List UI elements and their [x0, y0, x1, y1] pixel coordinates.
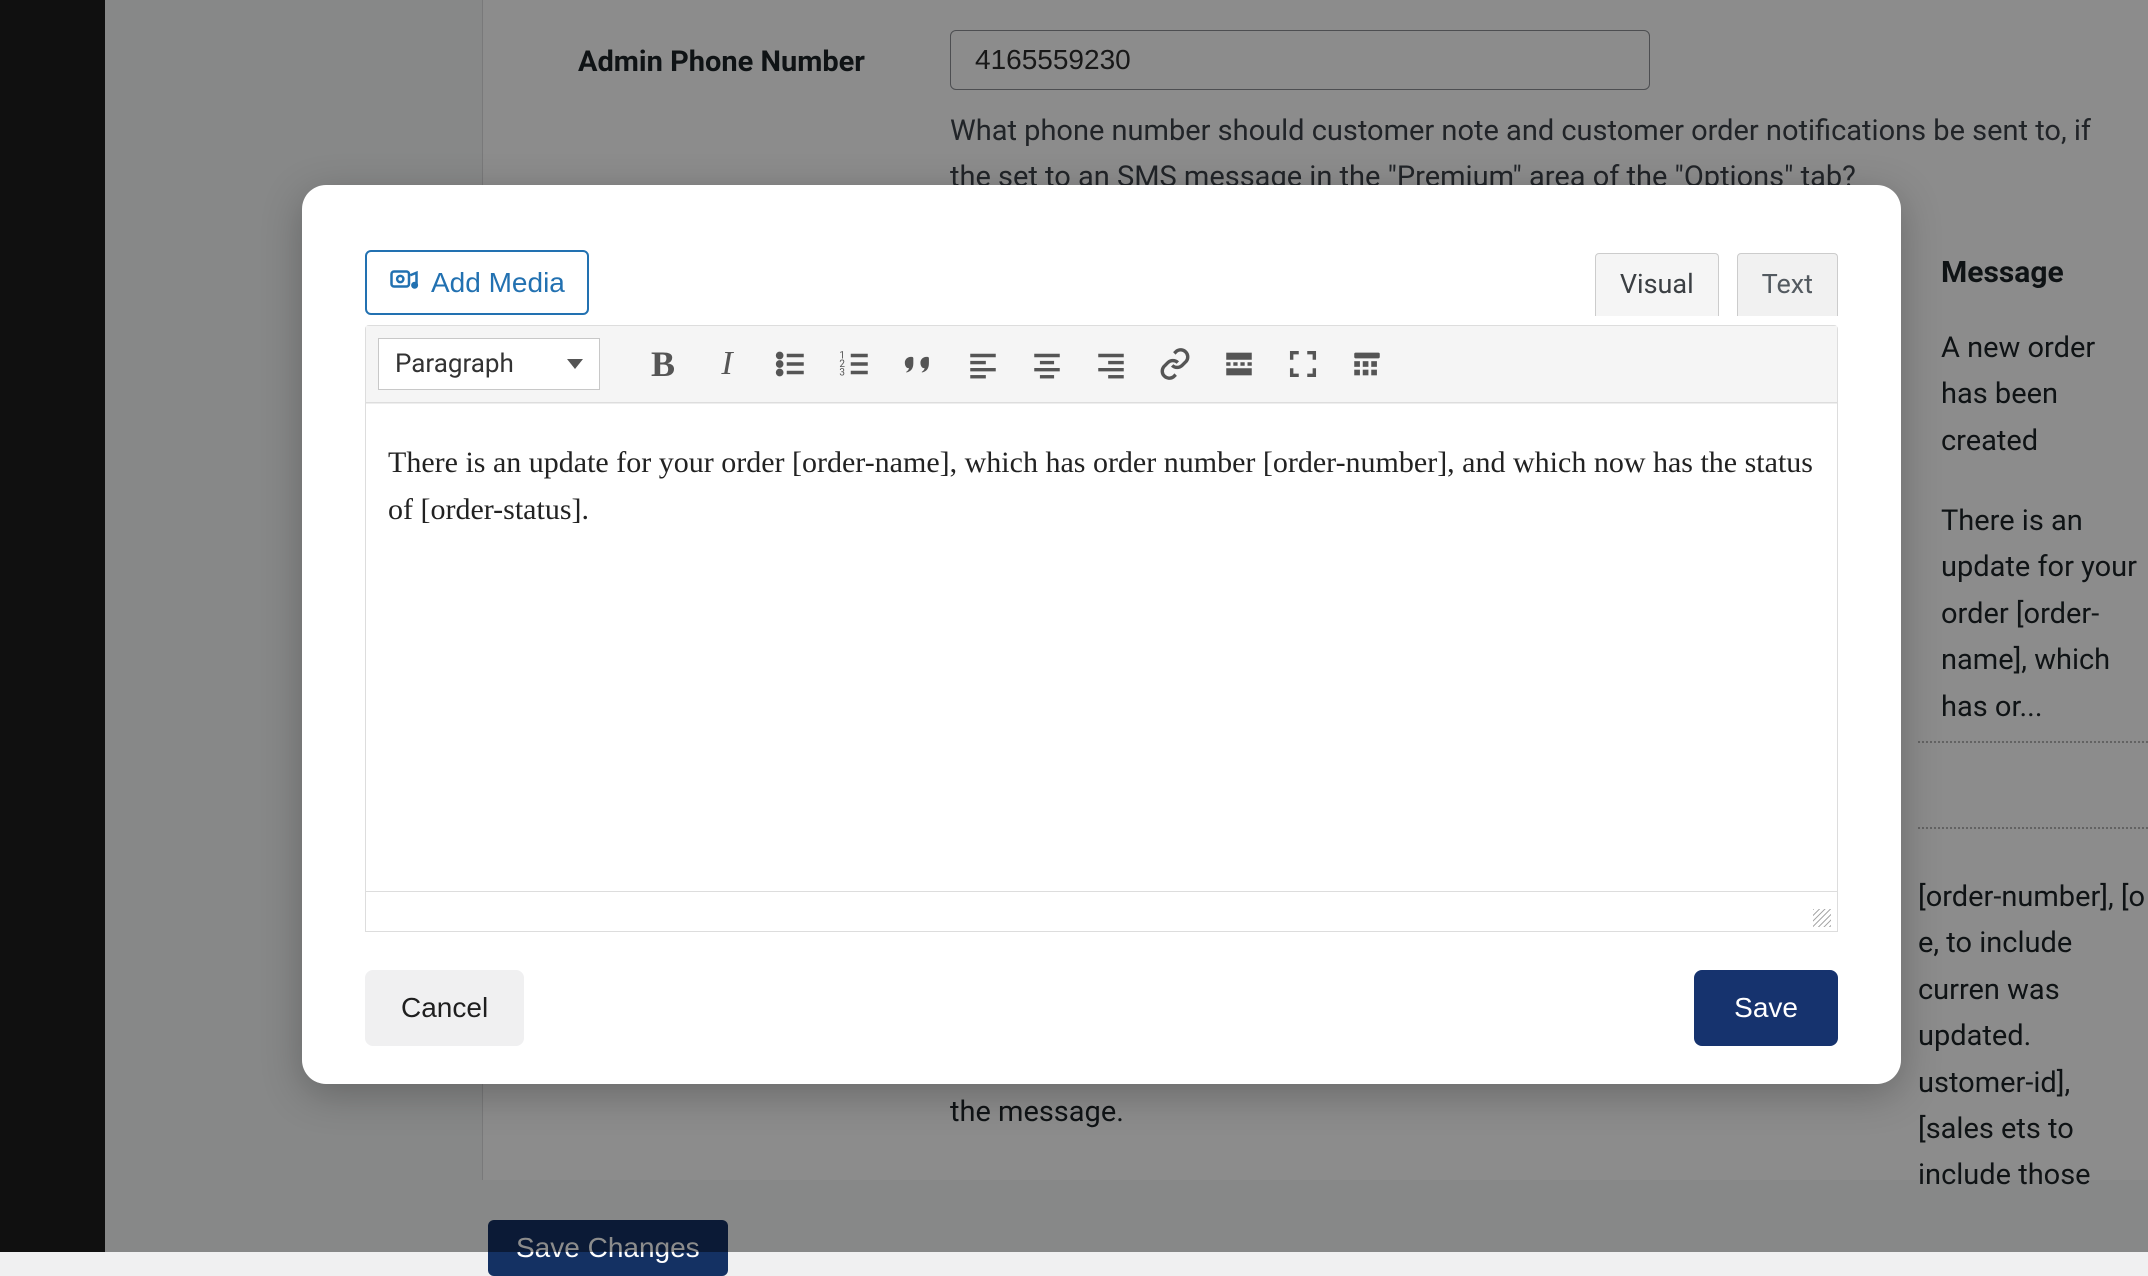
resize-handle[interactable] [1813, 909, 1831, 927]
align-right-icon[interactable] [1088, 341, 1134, 387]
blockquote-icon[interactable] [896, 341, 942, 387]
read-more-icon[interactable] [1216, 341, 1262, 387]
editor-tabs: Visual Text [1595, 252, 1838, 315]
editor-frame: Paragraph B I 123 [365, 325, 1838, 932]
camera-music-icon [389, 264, 419, 301]
add-media-button[interactable]: Add Media [365, 250, 589, 315]
editor-modal: Add Media Visual Text Paragraph B I 123 [302, 185, 1901, 1084]
link-icon[interactable] [1152, 341, 1198, 387]
save-button[interactable]: Save [1694, 970, 1838, 1046]
format-select[interactable]: Paragraph [378, 338, 600, 390]
bold-icon[interactable]: B [640, 341, 686, 387]
unordered-list-icon[interactable] [768, 341, 814, 387]
ordered-list-icon[interactable]: 123 [832, 341, 878, 387]
chevron-down-icon [567, 359, 583, 369]
editor-toolbar: Paragraph B I 123 [366, 326, 1837, 403]
cancel-button[interactable]: Cancel [365, 970, 524, 1046]
fullscreen-icon[interactable] [1280, 341, 1326, 387]
tab-visual[interactable]: Visual [1595, 253, 1719, 316]
italic-icon[interactable]: I [704, 341, 750, 387]
tab-text[interactable]: Text [1737, 253, 1838, 316]
svg-text:3: 3 [839, 367, 845, 378]
editor-text[interactable]: There is an update for your order [order… [388, 440, 1815, 533]
align-left-icon[interactable] [960, 341, 1006, 387]
editor-content-area[interactable]: There is an update for your order [order… [366, 403, 1837, 891]
toolbar-toggle-icon[interactable] [1344, 341, 1390, 387]
align-center-icon[interactable] [1024, 341, 1070, 387]
modal-actions: Cancel Save [365, 970, 1838, 1046]
add-media-label: Add Media [431, 267, 565, 299]
editor-statusbar [366, 891, 1837, 931]
format-select-label: Paragraph [395, 349, 514, 379]
modal-header: Add Media Visual Text [365, 250, 1838, 315]
